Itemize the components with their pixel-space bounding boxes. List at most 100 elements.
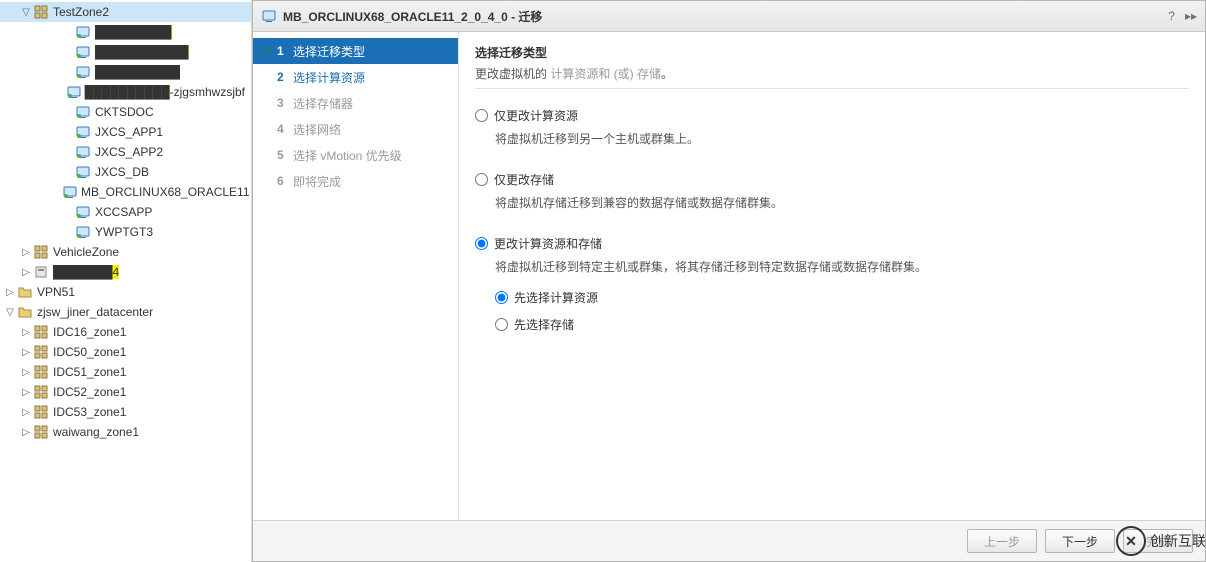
tree-item-label: VehicleZone	[53, 245, 125, 259]
tree-item[interactable]: JXCS_DB	[0, 162, 251, 182]
tree-item-label: IDC52_zone1	[53, 385, 132, 399]
sub-option-label[interactable]: 先选择存储	[495, 316, 1189, 333]
twisty-icon[interactable]: ▷	[20, 407, 32, 418]
cluster-icon	[33, 4, 49, 20]
vm-icon	[75, 24, 91, 40]
cluster-icon	[33, 364, 49, 380]
twisty-icon[interactable]: ▽	[20, 7, 32, 18]
step-label: 选择存储器	[291, 95, 353, 112]
tree-item-label: IDC53_zone1	[53, 405, 132, 419]
folder-icon	[17, 284, 33, 300]
twisty-icon[interactable]: ▷	[20, 347, 32, 358]
tree-item[interactable]: ▷ IDC50_zone1	[0, 342, 251, 362]
vm-icon	[75, 104, 91, 120]
twisty-icon[interactable]: ▷	[20, 427, 32, 438]
tree-item[interactable]: JXCS_APP1	[0, 122, 251, 142]
tree-item[interactable]: ▷ VPN51	[0, 282, 251, 302]
cluster-icon	[33, 244, 49, 260]
step-number: 5	[277, 148, 291, 162]
vm-icon	[75, 44, 91, 60]
help-icon[interactable]: ?	[1168, 9, 1175, 23]
tree-item[interactable]: ▷ VehicleZone	[0, 242, 251, 262]
option-radio[interactable]	[475, 109, 488, 122]
tree-item[interactable]: ▷███████4	[0, 262, 251, 282]
wizard-step: ✓4选择网络	[253, 116, 458, 142]
twisty-icon[interactable]: ▷	[4, 287, 16, 298]
tree-item[interactable]: ▷ IDC53_zone1	[0, 402, 251, 422]
wizard-step: ✓1选择迁移类型	[253, 38, 458, 64]
tree-item-label: zjsw_jiner_datacenter	[37, 305, 159, 319]
twisty-icon[interactable]: ▷	[20, 327, 32, 338]
tree-item-label: IDC50_zone1	[53, 345, 132, 359]
content-subheading: 更改虚拟机的 计算资源和 (或) 存储。	[475, 65, 1189, 82]
wizard-step: ✓6即将完成	[253, 168, 458, 194]
tree-item[interactable]: ███████████	[0, 42, 251, 62]
tree-item[interactable]: JXCS_APP2	[0, 142, 251, 162]
migration-option: 更改计算资源和存储将虚拟机迁移到特定主机或群集，将其存储迁移到特定数据存储或数据…	[475, 235, 1189, 333]
wizard-step: ✓5选择 vMotion 优先级	[253, 142, 458, 168]
option-label[interactable]: 仅更改计算资源	[475, 107, 1189, 124]
tree-item-label: IDC51_zone1	[53, 365, 132, 379]
wizard-footer: 上一步 下一步 完成	[253, 520, 1205, 561]
tree-item-label: ██████████	[95, 65, 186, 79]
content-heading: 选择迁移类型	[475, 44, 1189, 61]
tree-item[interactable]: MB_ORCLINUX68_ORACLE11	[0, 182, 251, 202]
tree-item-label: JXCS_APP1	[95, 125, 169, 139]
twisty-icon[interactable]: ▷	[20, 267, 32, 278]
twisty-icon[interactable]: ▽	[4, 307, 16, 318]
step-number: 3	[277, 96, 291, 110]
sub-option-radio[interactable]	[495, 291, 508, 304]
tree-item[interactable]: ▽ zjsw_jiner_datacenter	[0, 302, 251, 322]
tree-item[interactable]: ██████████	[0, 62, 251, 82]
tree-item-label: JXCS_DB	[95, 165, 155, 179]
step-label: 选择计算资源	[291, 69, 365, 86]
twisty-icon[interactable]: ▷	[20, 387, 32, 398]
dialog-title: MB_ORCLINUX68_ORACLE11_2_0_4_0 - 迁移	[283, 8, 542, 25]
next-button[interactable]: 下一步	[1045, 529, 1115, 553]
tree-item-label: ██████████-zjgsmhwzsjbf	[85, 85, 251, 99]
host-icon	[33, 264, 49, 280]
twisty-icon[interactable]: ▷	[20, 247, 32, 258]
tree-item-label: XCCSAPP	[95, 205, 158, 219]
sub-option-label[interactable]: 先选择计算资源	[495, 289, 1189, 306]
inventory-tree[interactable]: ▽TestZone2██████████████████████████████…	[0, 0, 252, 562]
twisty-icon[interactable]: ▷	[20, 367, 32, 378]
tree-item[interactable]: XCCSAPP	[0, 202, 251, 222]
tree-item[interactable]: CKTSDOC	[0, 102, 251, 122]
option-label[interactable]: 仅更改存储	[475, 171, 1189, 188]
step-label: 即将完成	[291, 173, 341, 190]
vm-icon	[261, 8, 277, 24]
step-number: 4	[277, 122, 291, 136]
option-radio[interactable]	[475, 173, 488, 186]
tree-item[interactable]: █████████	[0, 22, 251, 42]
option-description: 将虚拟机存储迁移到兼容的数据存储或数据存储群集。	[495, 194, 1189, 211]
cluster-icon	[33, 324, 49, 340]
finish-button[interactable]: 完成	[1123, 529, 1193, 553]
step-number: 1	[277, 44, 291, 58]
tree-item[interactable]: ▷ IDC51_zone1	[0, 362, 251, 382]
tree-item-label: VPN51	[37, 285, 81, 299]
step-label: 选择 vMotion 优先级	[291, 147, 402, 164]
migration-option: 仅更改计算资源将虚拟机迁移到另一个主机或群集上。	[475, 107, 1189, 147]
tree-item[interactable]: ▷ IDC16_zone1	[0, 322, 251, 342]
tree-item-label: IDC16_zone1	[53, 325, 132, 339]
back-button[interactable]: 上一步	[967, 529, 1037, 553]
option-radio[interactable]	[475, 237, 488, 250]
option-description: 将虚拟机迁移到特定主机或群集，将其存储迁移到特定数据存储或数据存储群集。	[495, 258, 1189, 275]
expand-icon[interactable]: ▸▸	[1185, 9, 1197, 23]
vm-icon	[63, 184, 77, 200]
vm-icon	[75, 204, 91, 220]
migration-option: 仅更改存储将虚拟机存储迁移到兼容的数据存储或数据存储群集。	[475, 171, 1189, 211]
tree-item[interactable]: ▽TestZone2	[0, 2, 251, 22]
sub-options: 先选择计算资源先选择存储	[495, 289, 1189, 333]
wizard-step[interactable]: ✓2选择计算资源	[253, 64, 458, 90]
vm-icon	[75, 224, 91, 240]
migrate-wizard-dialog: MB_ORCLINUX68_ORACLE11_2_0_4_0 - 迁移 ? ▸▸…	[252, 0, 1206, 562]
wizard-content: 选择迁移类型 更改虚拟机的 计算资源和 (或) 存储。 仅更改计算资源将虚拟机迁…	[459, 32, 1205, 520]
sub-option-radio[interactable]	[495, 318, 508, 331]
tree-item[interactable]: ▷waiwang_zone1	[0, 422, 251, 442]
option-label[interactable]: 更改计算资源和存储	[475, 235, 1189, 252]
tree-item[interactable]: ▷ IDC52_zone1	[0, 382, 251, 402]
tree-item[interactable]: YWPTGT3	[0, 222, 251, 242]
tree-item[interactable]: ██████████-zjgsmhwzsjbf	[0, 82, 251, 102]
